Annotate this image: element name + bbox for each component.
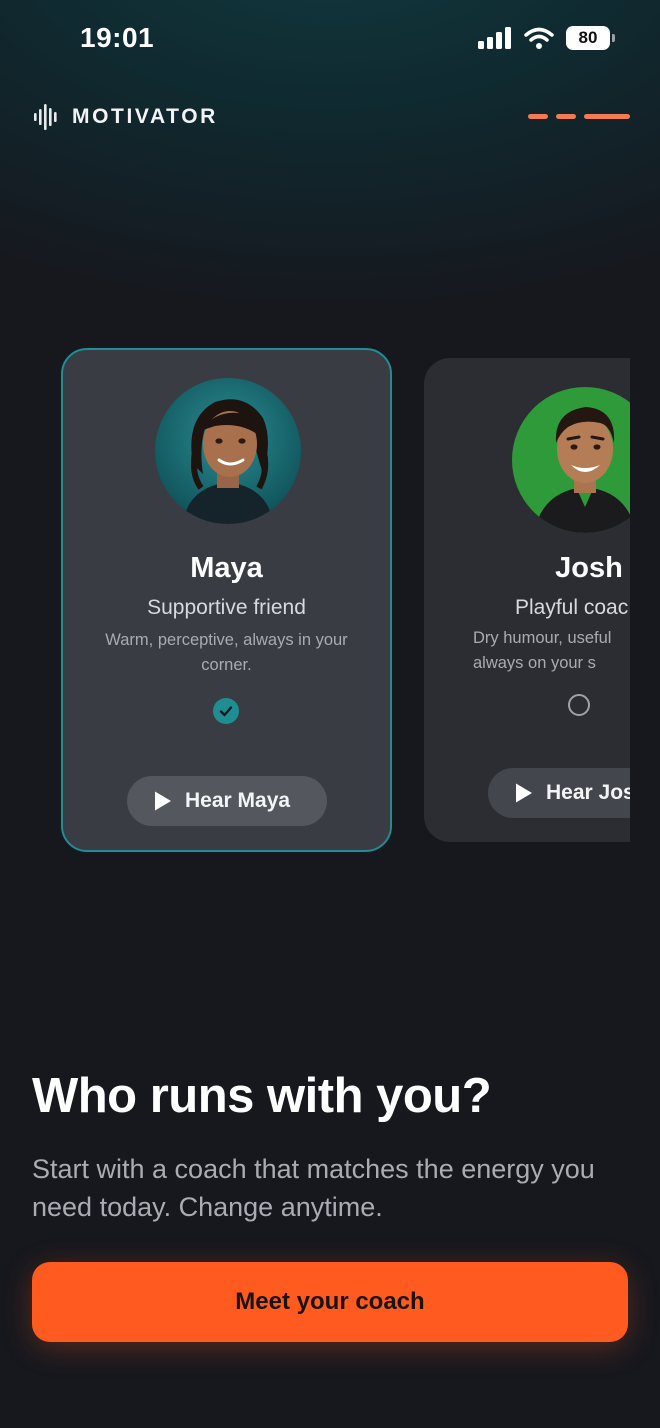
- status-time: 19:01: [80, 22, 155, 53]
- maya-avatar: [155, 378, 301, 524]
- coach-card-maya[interactable]: Maya Supportive friend Warm, perceptive,…: [61, 348, 392, 852]
- coach-card-josh[interactable]: Josh Playful coac Dry humour, useful alw…: [424, 358, 630, 842]
- brand: MOTIVATOR: [34, 104, 218, 130]
- progress-step-3: [584, 114, 630, 119]
- onboarding-progress: [528, 114, 630, 119]
- progress-step-2: [556, 114, 576, 119]
- play-icon: [155, 791, 171, 811]
- coach-name: Maya: [190, 552, 263, 584]
- wifi-icon: [524, 27, 554, 49]
- hear-button-label: Hear Maya: [185, 789, 291, 812]
- hear-maya-button[interactable]: Hear Maya: [127, 776, 327, 826]
- brand-name: MOTIVATOR: [72, 105, 218, 128]
- selected-check-icon[interactable]: [213, 698, 239, 724]
- battery-icon: 80: [566, 26, 615, 50]
- app-header: MOTIVATOR: [34, 100, 630, 140]
- signal-icon: [478, 27, 511, 49]
- coach-description: Warm, perceptive, always in your corner.: [105, 631, 348, 674]
- status-bar: 19:01 80: [0, 0, 660, 80]
- battery-level: 80: [578, 28, 598, 47]
- coach-role: Supportive friend: [147, 596, 306, 619]
- waveform-icon: [34, 104, 57, 130]
- meet-coach-button[interactable]: Meet your coach: [32, 1262, 628, 1342]
- progress-step-1: [528, 114, 548, 119]
- coach-description: Dry humour, useful always on your s: [454, 626, 630, 676]
- hear-josh-button[interactable]: Hear Jos: [488, 768, 630, 818]
- page-subtitle: Start with a coach that matches the ener…: [32, 1154, 595, 1222]
- coach-role: Playful coac: [515, 596, 629, 619]
- unselected-radio-icon[interactable]: [568, 694, 590, 716]
- page-title: Who runs with you?: [32, 1069, 492, 1123]
- josh-avatar: [512, 387, 630, 533]
- status-icons: 80: [478, 26, 615, 50]
- coach-carousel[interactable]: Maya Supportive friend Warm, perceptive,…: [0, 340, 630, 860]
- coach-name: Josh: [555, 552, 623, 584]
- coach-description-text: Dry humour, useful always on your s: [473, 629, 612, 672]
- hear-button-label: Hear Jos: [546, 781, 630, 804]
- play-icon: [516, 783, 532, 803]
